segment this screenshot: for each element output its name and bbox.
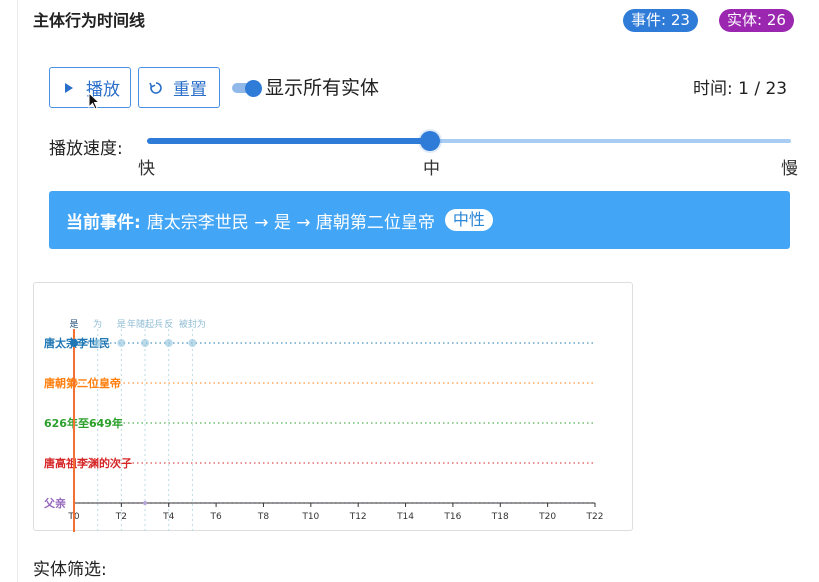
entity-filter-label: 实体筛选: [33, 560, 107, 580]
panel-title: 主体行为时间线 [33, 11, 146, 30]
show-all-entities-label: 显示所有实体 [265, 77, 380, 99]
x-axis-tick-label: T10 [301, 512, 319, 522]
reset-button[interactable]: 重置 [138, 67, 220, 108]
current-event-lead: 当前事件: [66, 212, 141, 233]
entity-row-label: 唐朝第二位皇帝 [44, 376, 121, 390]
x-axis-tick-label: T12 [349, 512, 367, 522]
playback-speed-slider[interactable] [147, 129, 791, 153]
x-axis-tick-label: T14 [396, 512, 414, 522]
timeline-chart-svg: 唐太宗李世民唐朝第二位皇帝626年至649年唐高祖李渊的次子父亲T0T2T4T6… [43, 318, 604, 532]
reset-button-label: 重置 [173, 80, 207, 99]
speed-slow-label: 慢 [781, 159, 798, 179]
x-axis-tick-label: T8 [257, 512, 269, 522]
event-label: 反 [164, 319, 173, 330]
show-all-entities-toggle[interactable] [232, 80, 262, 97]
panel-header: 主体行为时间线 事件: 23 实体: 26 [33, 9, 803, 33]
page-left-border [17, 0, 18, 582]
event-label: 是 [117, 319, 126, 330]
current-event-text: 唐太宗李世民 → 是 → 唐朝第二位皇帝 [146, 212, 435, 233]
time-progress-label: 时间: 1 / 23 [693, 79, 788, 99]
toggle-knob [245, 80, 262, 97]
speed-medium-label: 中 [423, 159, 440, 179]
slider-fill [147, 138, 430, 144]
playback-speed-label: 播放速度: [49, 139, 123, 159]
x-axis-tick-label: T6 [209, 512, 221, 522]
event-point [141, 339, 150, 347]
event-axis-marker [143, 501, 148, 505]
current-event-banner: 当前事件: 唐太宗李世民 → 是 → 唐朝第二位皇帝 中性 [49, 191, 790, 249]
event-point [164, 339, 173, 347]
events-count-badge: 事件: 23 [623, 9, 698, 32]
event-point [117, 339, 126, 347]
entities-count-badge: 实体: 26 [719, 9, 794, 32]
mouse-cursor-icon [88, 92, 101, 110]
x-axis-tick-label: T20 [538, 512, 556, 522]
event-point [70, 339, 78, 347]
entity-row-label: 父亲 [43, 496, 66, 510]
reset-icon [149, 81, 163, 95]
timeline-chart: 唐太宗李世民唐朝第二位皇帝626年至649年唐高祖李渊的次子父亲T0T2T4T6… [33, 282, 633, 532]
entity-row-label: 唐高祖李渊的次子 [44, 456, 132, 470]
slider-thumb[interactable] [420, 131, 440, 151]
entity-row-label: 626年至649年 [44, 416, 123, 430]
play-icon [62, 81, 76, 95]
speed-fast-label: 快 [138, 159, 155, 179]
event-label: 年随起兵 [127, 318, 163, 330]
event-label: 被封为 [179, 318, 206, 330]
sentiment-tag: 中性 [444, 209, 493, 231]
x-axis-tick-label: T18 [491, 512, 509, 522]
x-axis-tick-label: T4 [162, 512, 174, 522]
event-label: 是 [69, 319, 78, 330]
x-axis-tick-label: T22 [586, 512, 604, 522]
event-point [188, 339, 197, 347]
x-axis-tick-label: T16 [443, 512, 461, 522]
x-axis-tick-label: T2 [115, 512, 127, 522]
event-point [93, 339, 102, 347]
event-label: 为 [93, 318, 102, 330]
